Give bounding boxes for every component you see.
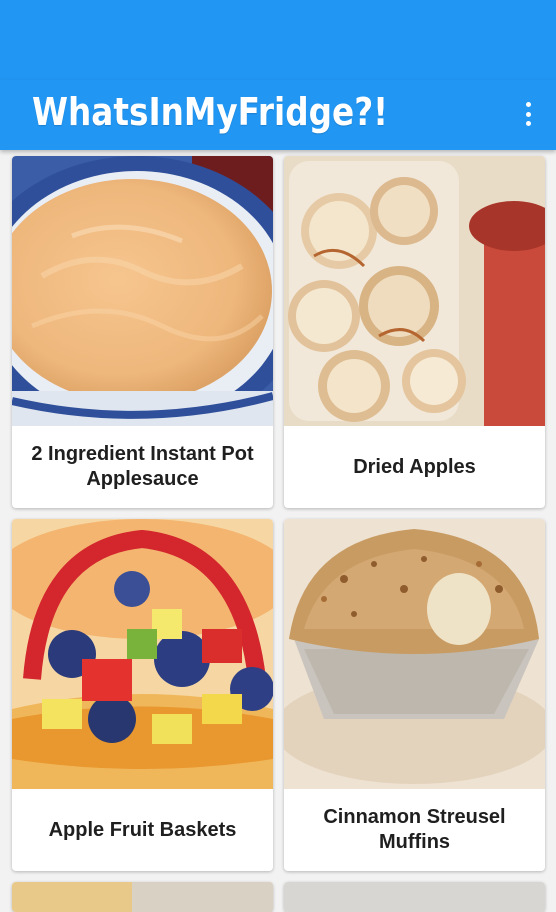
recipe-card[interactable]: [284, 882, 545, 912]
recipe-card[interactable]: Dried Apples: [284, 156, 545, 508]
recipe-card[interactable]: Apple Fruit Baskets: [12, 519, 273, 871]
recipe-image-applesauce: [12, 156, 273, 426]
more-vert-icon[interactable]: [518, 100, 538, 128]
recipe-image-cinnamon-streusel-muffins: [284, 519, 545, 789]
recipe-title: Apple Fruit Baskets: [48, 818, 237, 841]
recipe-image: [12, 882, 273, 912]
recipe-image: [284, 882, 545, 912]
recipe-image-apple-fruit-baskets: [12, 519, 273, 789]
app-bar: WhatsInMyFridge?!: [0, 80, 556, 150]
recipe-card[interactable]: [12, 882, 273, 912]
recipe-card[interactable]: 2 Ingredient Instant Pot Applesauce: [12, 156, 273, 508]
recipe-image-dried-apples: [284, 156, 545, 426]
recipe-title: Dried Apples: [353, 455, 476, 478]
recipe-title: Cinnamon Streusel Muffins: [323, 806, 506, 853]
recipe-title: 2 Ingredient Instant Pot Applesauce: [31, 443, 254, 490]
recipe-card[interactable]: Cinnamon Streusel Muffins: [284, 519, 545, 871]
app-title: WhatsInMyFridge?!: [32, 90, 389, 134]
status-bar: [0, 0, 556, 80]
